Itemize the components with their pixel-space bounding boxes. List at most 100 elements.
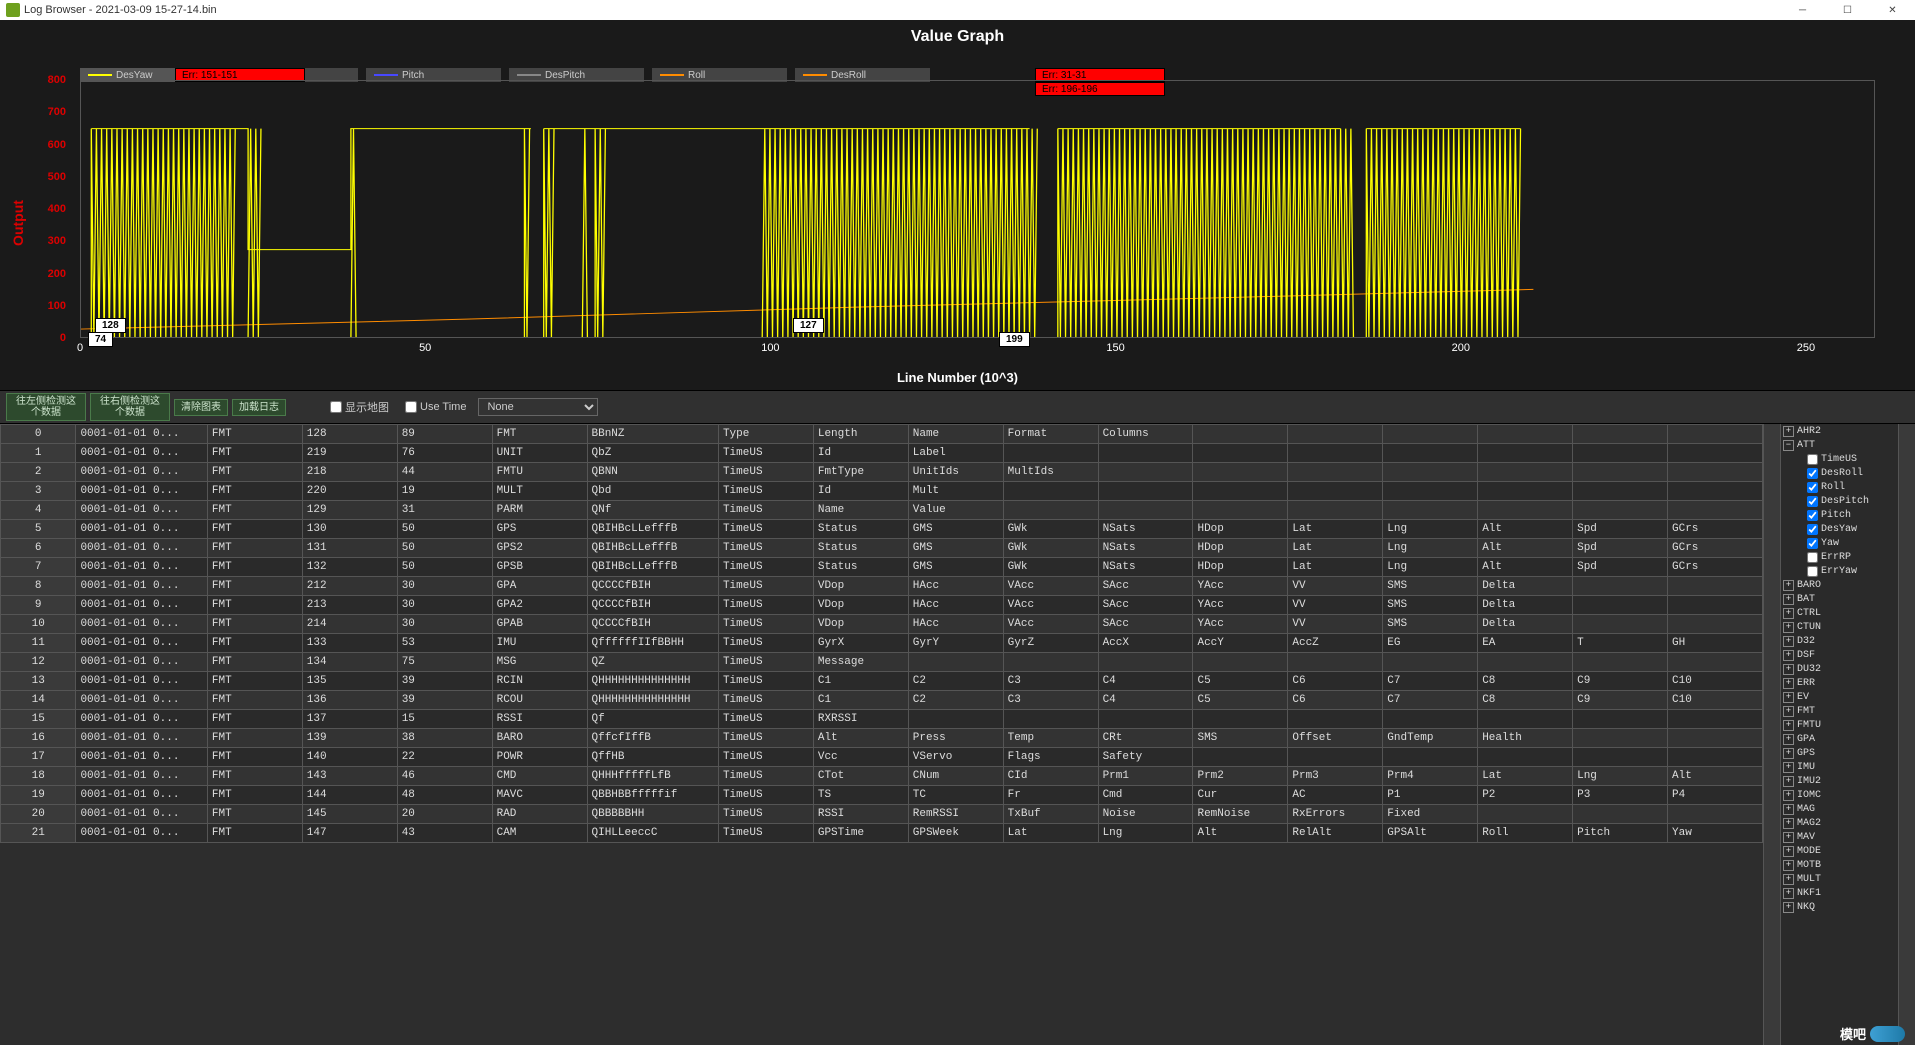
tree-item-mode[interactable]: +MODE	[1781, 844, 1898, 858]
tree-item-pitch[interactable]: Pitch	[1781, 508, 1898, 522]
tree-item-motb[interactable]: +MOTB	[1781, 858, 1898, 872]
tree-checkbox[interactable]	[1807, 454, 1818, 465]
time-select[interactable]: None	[478, 398, 598, 416]
expand-icon[interactable]: +	[1783, 426, 1794, 437]
tree-item-du32[interactable]: +DU32	[1781, 662, 1898, 676]
show-map-input[interactable]	[330, 401, 342, 413]
tree-item-erryaw[interactable]: ErrYaw	[1781, 564, 1898, 578]
expand-icon[interactable]: +	[1783, 650, 1794, 661]
tree-item-gps[interactable]: +GPS	[1781, 746, 1898, 760]
table-row[interactable]: 210001-01-01 0...FMT14743CAMQIHLLeeccCTi…	[1, 824, 1763, 843]
tree-item-baro[interactable]: +BARO	[1781, 578, 1898, 592]
tree-item-d32[interactable]: +D32	[1781, 634, 1898, 648]
expand-icon[interactable]: +	[1783, 790, 1794, 801]
expand-icon[interactable]: +	[1783, 706, 1794, 717]
maximize-button[interactable]: ☐	[1825, 0, 1870, 20]
tree-checkbox[interactable]	[1807, 566, 1818, 577]
tree-item-ev[interactable]: +EV	[1781, 690, 1898, 704]
expand-icon[interactable]: +	[1783, 888, 1794, 899]
plot-area[interactable]	[80, 80, 1875, 338]
table-row[interactable]: 160001-01-01 0...FMT13938BAROQffcfIffBTi…	[1, 729, 1763, 748]
tree-checkbox[interactable]	[1807, 538, 1818, 549]
tree-checkbox[interactable]	[1807, 496, 1818, 507]
tree-item-fmtu[interactable]: +FMTU	[1781, 718, 1898, 732]
use-time-checkbox[interactable]: Use Time	[405, 401, 466, 413]
tree-item-ahr2[interactable]: +AHR2	[1781, 424, 1898, 438]
tree-item-ctun[interactable]: +CTUN	[1781, 620, 1898, 634]
tree-item-mag[interactable]: +MAG	[1781, 802, 1898, 816]
tree-item-timeus[interactable]: TimeUS	[1781, 452, 1898, 466]
table-row[interactable]: 60001-01-01 0...FMT13150GPS2QBIHBcLLefff…	[1, 539, 1763, 558]
expand-icon[interactable]: +	[1783, 720, 1794, 731]
table-row[interactable]: 10001-01-01 0...FMT21976UNITQbZTimeUSIdL…	[1, 444, 1763, 463]
close-button[interactable]: ✕	[1870, 0, 1915, 20]
data-table-wrap[interactable]: 00001-01-01 0...FMT12889FMTBBnNZTypeLeng…	[0, 424, 1763, 1045]
expand-icon[interactable]: +	[1783, 832, 1794, 843]
expand-icon[interactable]: +	[1783, 636, 1794, 647]
expand-icon[interactable]: +	[1783, 762, 1794, 773]
tree-item-imu[interactable]: +IMU	[1781, 760, 1898, 774]
tree-item-bat[interactable]: +BAT	[1781, 592, 1898, 606]
tree-item-mult[interactable]: +MULT	[1781, 872, 1898, 886]
tree-item-errrp[interactable]: ErrRP	[1781, 550, 1898, 564]
tree-item-att[interactable]: −ATT	[1781, 438, 1898, 452]
expand-icon[interactable]: −	[1783, 440, 1794, 451]
tree-item-mag2[interactable]: +MAG2	[1781, 816, 1898, 830]
expand-icon[interactable]: +	[1783, 874, 1794, 885]
tree-item-err[interactable]: +ERR	[1781, 676, 1898, 690]
table-row[interactable]: 90001-01-01 0...FMT21330GPA2QCCCCfBIHTim…	[1, 596, 1763, 615]
table-row[interactable]: 150001-01-01 0...FMT13715RSSIQfTimeUSRXR…	[1, 710, 1763, 729]
tree-item-desroll[interactable]: DesRoll	[1781, 466, 1898, 480]
minimize-button[interactable]: ─	[1780, 0, 1825, 20]
table-row[interactable]: 110001-01-01 0...FMT13353IMUQffffffIIfBB…	[1, 634, 1763, 653]
tree-item-nkf1[interactable]: +NKF1	[1781, 886, 1898, 900]
drag-left-button[interactable]: 往左侧检测这个数据	[6, 393, 86, 421]
tree-checkbox[interactable]	[1807, 468, 1818, 479]
expand-icon[interactable]: +	[1783, 734, 1794, 745]
tree-item-iomc[interactable]: +IOMC	[1781, 788, 1898, 802]
table-row[interactable]: 30001-01-01 0...FMT22019MULTQbdTimeUSIdM…	[1, 482, 1763, 501]
expand-icon[interactable]: +	[1783, 678, 1794, 689]
table-vscroll[interactable]	[1763, 424, 1780, 1045]
tree-item-ctrl[interactable]: +CTRL	[1781, 606, 1898, 620]
tree-checkbox[interactable]	[1807, 482, 1818, 493]
tree-item-roll[interactable]: Roll	[1781, 480, 1898, 494]
expand-icon[interactable]: +	[1783, 594, 1794, 605]
expand-icon[interactable]: +	[1783, 692, 1794, 703]
expand-icon[interactable]: +	[1783, 860, 1794, 871]
table-row[interactable]: 70001-01-01 0...FMT13250GPSBQBIHBcLLefff…	[1, 558, 1763, 577]
table-row[interactable]: 130001-01-01 0...FMT13539RCINQHHHHHHHHHH…	[1, 672, 1763, 691]
show-map-checkbox[interactable]: 显示地图	[330, 399, 389, 415]
table-row[interactable]: 180001-01-01 0...FMT14346CMDQHHHfffffLfB…	[1, 767, 1763, 786]
table-row[interactable]: 80001-01-01 0...FMT21230GPAQCCCCfBIHTime…	[1, 577, 1763, 596]
table-row[interactable]: 120001-01-01 0...FMT13475MSGQZTimeUSMess…	[1, 653, 1763, 672]
tree-item-nkq[interactable]: +NKQ	[1781, 900, 1898, 914]
table-row[interactable]: 20001-01-01 0...FMT21844FMTUQBNNTimeUSFm…	[1, 463, 1763, 482]
table-row[interactable]: 140001-01-01 0...FMT13639RCOUQHHHHHHHHHH…	[1, 691, 1763, 710]
tree-vscroll[interactable]	[1898, 424, 1915, 1045]
use-time-input[interactable]	[405, 401, 417, 413]
tree-item-yaw[interactable]: Yaw	[1781, 536, 1898, 550]
tree-item-dsf[interactable]: +DSF	[1781, 648, 1898, 662]
expand-icon[interactable]: +	[1783, 818, 1794, 829]
table-row[interactable]: 100001-01-01 0...FMT21430GPABQCCCCfBIHTi…	[1, 615, 1763, 634]
table-row[interactable]: 200001-01-01 0...FMT14520RADQBBBBBHHTime…	[1, 805, 1763, 824]
clear-chart-button[interactable]: 清除图表	[174, 399, 228, 416]
expand-icon[interactable]: +	[1783, 776, 1794, 787]
tree-item-mav[interactable]: +MAV	[1781, 830, 1898, 844]
field-tree[interactable]: +AHR2−ATTTimeUSDesRollRollDesPitchPitchD…	[1780, 424, 1898, 1045]
tree-item-despitch[interactable]: DesPitch	[1781, 494, 1898, 508]
tree-checkbox[interactable]	[1807, 510, 1818, 521]
tree-checkbox[interactable]	[1807, 552, 1818, 563]
tree-item-gpa[interactable]: +GPA	[1781, 732, 1898, 746]
table-row[interactable]: 40001-01-01 0...FMT12931PARMQNfTimeUSNam…	[1, 501, 1763, 520]
tree-checkbox[interactable]	[1807, 524, 1818, 535]
expand-icon[interactable]: +	[1783, 902, 1794, 913]
table-row[interactable]: 170001-01-01 0...FMT14022POWRQffHBTimeUS…	[1, 748, 1763, 767]
table-row[interactable]: 00001-01-01 0...FMT12889FMTBBnNZTypeLeng…	[1, 425, 1763, 444]
expand-icon[interactable]: +	[1783, 804, 1794, 815]
table-row[interactable]: 50001-01-01 0...FMT13050GPSQBIHBcLLefffB…	[1, 520, 1763, 539]
table-row[interactable]: 190001-01-01 0...FMT14448MAVCQBBHBBfffff…	[1, 786, 1763, 805]
load-log-button[interactable]: 加载日志	[232, 399, 286, 416]
tree-item-fmt[interactable]: +FMT	[1781, 704, 1898, 718]
